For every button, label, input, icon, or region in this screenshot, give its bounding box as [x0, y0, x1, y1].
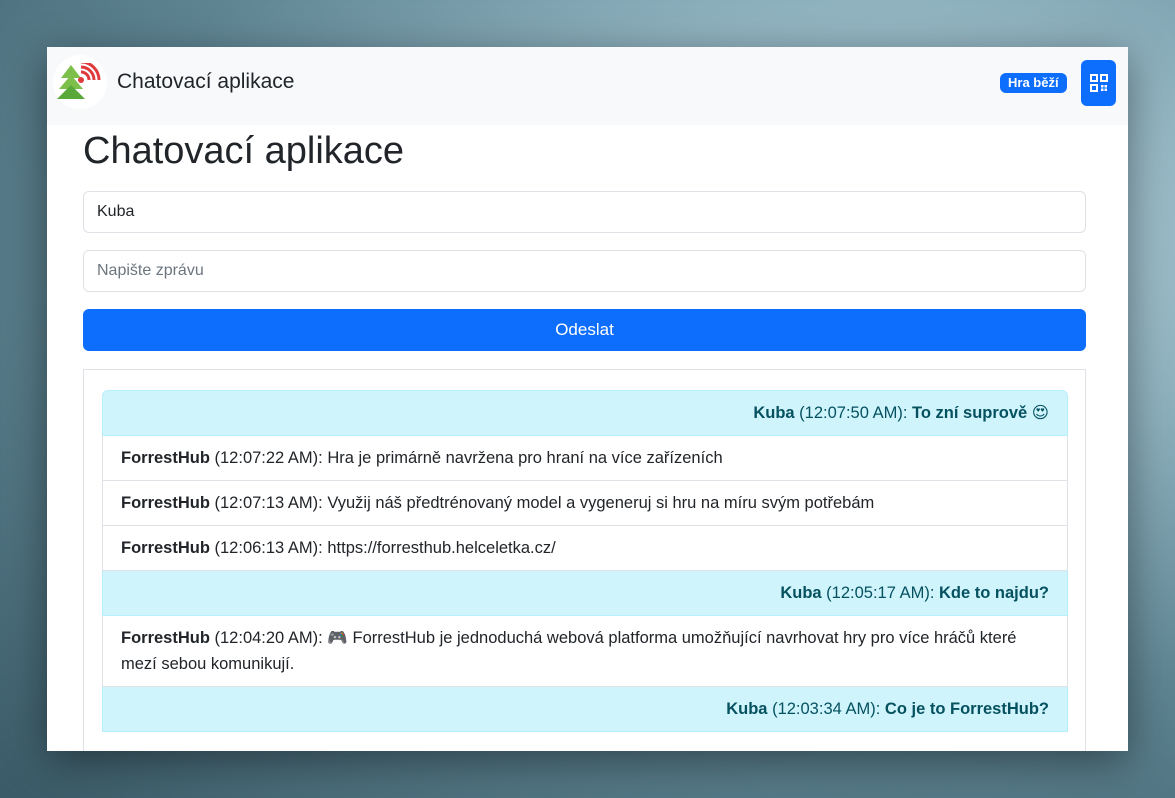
message-time: (12:04:20 AM): [214, 629, 323, 647]
name-input[interactable] [83, 191, 1086, 233]
chat-box[interactable]: Kuba (12:07:50 AM): To zní suprově 😍 Forr… [83, 369, 1086, 751]
message-author: Kuba [753, 404, 795, 422]
message-text: Využij náš předtrénovaný model a vygener… [327, 494, 875, 512]
message-text: Hra je primárně navržena pro hraní na ví… [327, 449, 723, 467]
status-badge: Hra běží [1000, 73, 1067, 93]
message-time: (12:07:50 AM): [799, 404, 908, 422]
message-text: Co je to ForrestHub? [884, 700, 1049, 718]
forresthub-logo[interactable] [53, 55, 107, 109]
message-text: To zní suprově [912, 404, 1028, 422]
message-time: (12:05:17 AM): [826, 584, 935, 602]
message-list: Kuba (12:07:50 AM): To zní suprově 😍 Forr… [102, 390, 1068, 732]
message-author: ForrestHub [121, 449, 210, 467]
chat-message: Kuba (12:03:34 AM): Co je to ForrestHub? [102, 687, 1068, 732]
message-time: (12:07:13 AM): [214, 494, 323, 512]
message-text: https://forresthub.helceletka.cz/ [327, 539, 556, 557]
page-title: Chatovací aplikace [83, 130, 405, 172]
chat-message: ForrestHub (12:06:13 AM): https://forres… [102, 526, 1068, 571]
chat-message: Kuba (12:07:50 AM): To zní suprově 😍 [102, 390, 1068, 436]
qr-code-icon [1089, 74, 1108, 92]
heart-eyes-emoji-icon: 😍 [1031, 403, 1049, 422]
chat-message: ForrestHub (12:07:13 AM): Využij náš pře… [102, 481, 1068, 526]
message-author: Kuba [726, 700, 768, 718]
navbar-brand[interactable]: Chatovací aplikace [117, 70, 294, 94]
message-time: (12:07:22 AM): [214, 449, 323, 467]
message-author: ForrestHub [121, 629, 210, 647]
qr-code-button[interactable] [1081, 60, 1116, 106]
message-text: Kde to najdu? [939, 584, 1049, 602]
message-author: ForrestHub [121, 539, 210, 557]
message-time: (12:06:13 AM): [214, 539, 323, 557]
browser-window: Chatovací aplikace Hra běží Chatovací ap… [47, 47, 1128, 751]
chat-message: ForrestHub (12:04:20 AM): 🎮 ForrestHub j… [102, 616, 1068, 687]
message-author: ForrestHub [121, 494, 210, 512]
chat-message: Kuba (12:05:17 AM): Kde to najdu? [102, 571, 1068, 616]
chat-message: ForrestHub (12:07:22 AM): Hra je primárn… [102, 436, 1068, 481]
gamepad-emoji-icon: 🎮 [327, 628, 348, 647]
message-author: Kuba [780, 584, 822, 602]
tree-signal-logo-icon [57, 63, 101, 99]
send-button[interactable]: Odeslat [83, 309, 1086, 351]
navbar: Chatovací aplikace Hra běží [47, 47, 1128, 125]
message-input[interactable] [83, 250, 1086, 292]
message-time: (12:03:34 AM): [772, 700, 881, 718]
